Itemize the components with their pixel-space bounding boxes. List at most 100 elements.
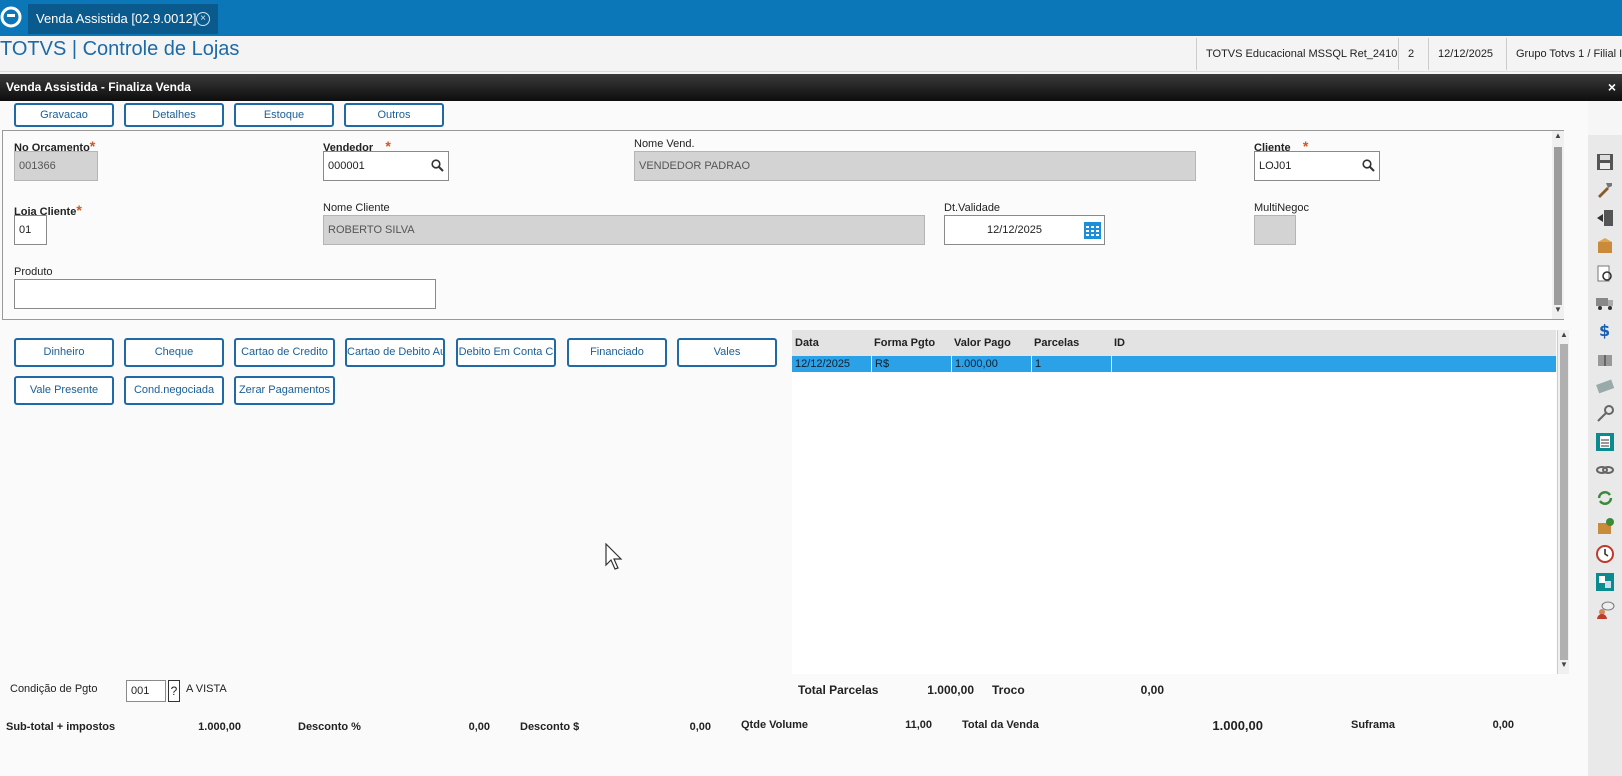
close-icon[interactable]: × [1608, 74, 1616, 101]
detalhes-button[interactable]: Detalhes [124, 103, 224, 127]
cell-forma: R$ [872, 356, 952, 372]
cheque-button[interactable]: Cheque [124, 338, 224, 367]
cliente-field[interactable]: LOJ01 [1254, 151, 1380, 181]
dt-validade-field[interactable]: 12/12/2025 [944, 215, 1105, 245]
box-add-icon[interactable] [1595, 516, 1615, 536]
outros-button[interactable]: Outros [344, 103, 444, 127]
suframa-value: 0,00 [1492, 719, 1514, 731]
nome-vend-label: Nome Vend. [634, 138, 695, 150]
link-chain-icon[interactable] [1595, 460, 1615, 480]
search-icon[interactable] [431, 159, 444, 172]
dialog-header: Venda Assistida - Finaliza Venda × [0, 74, 1622, 101]
scroll-thumb[interactable] [1560, 344, 1568, 660]
loja-cliente-field[interactable]: 01 [14, 215, 47, 245]
company-branch[interactable]: Grupo Totvs 1 / Filial I [1506, 38, 1622, 70]
tab-title: Venda Assistida [02.9.0012] [36, 11, 197, 26]
totvs-logo-icon [0, 6, 22, 28]
calendar-icon[interactable] [1084, 222, 1101, 239]
orcamento-field: 001366 [14, 151, 98, 181]
form-scrollbar[interactable]: ▲ ▼ [1552, 131, 1564, 319]
nome-cliente-field: ROBERTO SILVA [323, 215, 925, 245]
tab-close-icon[interactable]: × [196, 12, 210, 26]
package-icon[interactable] [1595, 236, 1615, 256]
col-forma-pgto[interactable]: Forma Pgto [874, 330, 935, 356]
financiado-button[interactable]: Financiado [567, 338, 667, 367]
truck-icon[interactable] [1595, 292, 1615, 312]
col-id[interactable]: ID [1114, 330, 1125, 356]
save-icon[interactable] [1595, 152, 1615, 172]
condicao-label: Condição de Pgto [10, 683, 98, 695]
gift-icon[interactable] [1595, 348, 1615, 368]
search-icon[interactable] [1362, 159, 1375, 172]
refresh-icon[interactable] [1595, 488, 1615, 508]
multinegoc-label: MultiNegoc [1254, 202, 1310, 214]
currency-exchange-icon[interactable]: $ [1595, 320, 1615, 340]
troco-label: Troco [992, 683, 1025, 697]
estoque-button[interactable]: Estoque [234, 103, 334, 127]
cash-icon[interactable] [1595, 376, 1615, 396]
transfer-icon[interactable] [1595, 572, 1615, 592]
col-data[interactable]: Data [795, 330, 819, 356]
desconto-val-label: Desconto $ [520, 721, 580, 733]
desconto-pct-label: Desconto % [298, 721, 361, 733]
cartao-debito-button[interactable]: Cartao de Debito Au [345, 338, 445, 367]
cell-data: 12/12/2025 [792, 356, 872, 372]
key-icon[interactable] [1595, 404, 1615, 424]
cell-parcelas: 1 [1032, 356, 1112, 372]
subtotal-value: 1.000,00 [198, 721, 241, 733]
dt-validade-label: Dt.Validade [944, 202, 1001, 214]
svg-text:$: $ [1599, 321, 1610, 340]
tab-venda-assistida[interactable]: Venda Assistida [02.9.0012] × [28, 4, 218, 34]
condicao-code-field[interactable]: 001 [126, 680, 166, 702]
total-parcelas-label: Total Parcelas [798, 683, 879, 697]
app-title: TOTVS | Controle de Lojas [0, 38, 240, 60]
produto-field[interactable] [14, 279, 436, 309]
document-search-icon[interactable] [1595, 264, 1615, 284]
scroll-down-icon[interactable]: ▼ [1558, 660, 1570, 669]
multinegoc-field [1254, 215, 1296, 245]
troco-value: 0,00 [1140, 683, 1164, 697]
tools-icon[interactable] [1595, 180, 1615, 200]
total-parcelas-value: 1.000,00 [927, 683, 974, 697]
qtde-volume-value: 11,00 [905, 719, 932, 731]
header-form-panel: No Orcamento* 001366 Vendedor * 000001 N… [2, 130, 1564, 320]
user-chat-icon[interactable] [1595, 600, 1615, 620]
app-header: TOTVS | Controle de Lojas TOTVS Educacio… [0, 36, 1622, 72]
total-venda-label: Total da Venda [962, 719, 1039, 731]
desconto-pct-value: 0,00 [468, 721, 490, 733]
zerar-pagamentos-button[interactable]: Zerar Pagamentos [234, 376, 335, 405]
debito-conta-button[interactable]: Debito Em Conta C [456, 338, 556, 367]
dialog-title: Venda Assistida - Finaliza Venda [6, 80, 191, 94]
right-side-toolbar: $ [1588, 135, 1622, 776]
col-valor-pago[interactable]: Valor Pago [954, 330, 1011, 356]
cartao-credito-button[interactable]: Cartao de Credito [234, 338, 335, 367]
vale-presente-button[interactable]: Vale Presente [14, 376, 114, 405]
gravacao-button[interactable]: Gravacao [14, 103, 114, 127]
suframa-label: Suframa [1351, 719, 1396, 731]
desconto-val-value: 0,00 [689, 721, 711, 733]
checklist-icon[interactable] [1595, 432, 1615, 452]
module-number[interactable]: 2 [1398, 38, 1423, 70]
scroll-thumb[interactable] [1554, 147, 1562, 305]
table-row[interactable]: 12/12/2025 R$ 1.000,00 1 [792, 356, 1556, 372]
col-parcelas[interactable]: Parcelas [1034, 330, 1079, 356]
cond-negociada-button[interactable]: Cond.negociada [124, 376, 224, 405]
vendedor-field[interactable]: 000001 [323, 151, 449, 181]
scroll-up-icon[interactable]: ▲ [1552, 131, 1564, 140]
exit-door-icon[interactable] [1595, 208, 1615, 228]
grid-scrollbar[interactable]: ▲ ▼ [1557, 330, 1569, 674]
nome-vend-field: VENDEDOR PADRAO [634, 151, 1196, 181]
clock-icon[interactable] [1595, 544, 1615, 564]
help-button[interactable]: ? [168, 680, 180, 702]
vales-button[interactable]: Vales [677, 338, 777, 367]
produto-label: Produto [14, 266, 53, 278]
condicao-description: A VISTA [186, 683, 227, 695]
environment-label[interactable]: TOTVS Educacional MSSQL Ret_2410 [1196, 38, 1406, 70]
scroll-down-icon[interactable]: ▼ [1552, 305, 1564, 314]
mouse-cursor-icon [605, 543, 623, 570]
scroll-up-icon[interactable]: ▲ [1558, 330, 1570, 339]
payments-grid[interactable]: Data Forma Pgto Valor Pago Parcelas ID 1… [792, 330, 1556, 674]
dinheiro-button[interactable]: Dinheiro [14, 338, 114, 367]
grid-header: Data Forma Pgto Valor Pago Parcelas ID [792, 330, 1556, 356]
header-date[interactable]: 12/12/2025 [1428, 38, 1502, 70]
